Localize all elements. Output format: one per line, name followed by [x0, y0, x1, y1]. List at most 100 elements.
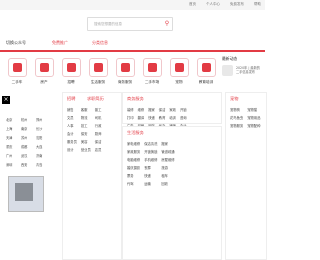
grid-item[interactable]: 宠物用品 [247, 115, 260, 120]
city-item[interactable]: 广州 [6, 153, 12, 158]
nav-item-promote[interactable]: 免费推广 [52, 40, 68, 46]
grid-item[interactable]: 司机 [95, 115, 105, 120]
grid-item[interactable]: 行政 [95, 123, 105, 128]
grid-item[interactable]: 销售 [67, 107, 77, 112]
grid-item[interactable]: 搬家 [161, 141, 174, 146]
section-title[interactable]: 宠物 [230, 96, 238, 102]
city-item[interactable]: 重庆 [6, 144, 12, 149]
grid-item[interactable]: 旅游 [161, 165, 174, 170]
city-item[interactable]: 郑州 [36, 117, 42, 122]
city-item[interactable]: 深圳 [6, 162, 12, 167]
city-item[interactable]: 天津 [6, 135, 12, 140]
section-pet: 宠物 宠物狗 宠物猫 花鸟鱼虫 宠物用品 宠物服务 宠物配种 [225, 92, 267, 260]
grid-item[interactable]: 厨师 [95, 131, 105, 136]
category-edu[interactable]: 教育培训 [193, 58, 219, 85]
nav-item-classified[interactable]: 分类信息 [92, 40, 108, 46]
city-item[interactable]: 济南 [36, 153, 42, 158]
top-link-help[interactable]: 帮助 [254, 2, 261, 7]
category-life[interactable]: 生活服务 [85, 58, 111, 85]
grid-item[interactable]: 代驾 [127, 181, 140, 186]
grid-item[interactable]: 花鸟鱼虫 [230, 115, 243, 120]
grid-item[interactable]: 保洁 [159, 107, 166, 112]
grid-item[interactable]: 普工 [95, 107, 105, 112]
grid-item[interactable]: 回收 [161, 181, 174, 186]
category-business[interactable]: 商务服务 [112, 58, 138, 85]
city-item[interactable]: 上海 [6, 126, 12, 131]
search-input[interactable]: 搜索您想要的信息 [94, 22, 122, 27]
city-item[interactable]: 大连 [36, 144, 42, 149]
city-item[interactable]: 南京 [21, 126, 27, 131]
city-item[interactable]: 西安 [21, 162, 27, 167]
grid-item[interactable]: 宠物配种 [247, 123, 260, 128]
news-desc[interactable]: 2020年 | 最新的二手信息发布 [236, 66, 262, 74]
category-house[interactable]: 房产 [31, 58, 57, 85]
grid-item[interactable]: 人事 [67, 123, 77, 128]
grid-item[interactable]: 家政 [169, 107, 176, 112]
grid-item[interactable]: 租车 [161, 173, 174, 178]
grid-item[interactable]: 文员 [67, 115, 77, 120]
category-job[interactable]: 招聘 [58, 58, 84, 85]
grid-item[interactable]: 保洁 [95, 139, 105, 144]
grid-item[interactable]: 家电维修 [127, 141, 140, 146]
city-item[interactable]: 沈阳 [36, 135, 42, 140]
grid-item[interactable]: 宠物狗 [230, 107, 243, 112]
grid-item[interactable]: 营业员 [81, 147, 91, 152]
grid-item[interactable]: 票务 [127, 173, 140, 178]
search-box[interactable]: 搜索您想要的信息 ⚲ [87, 17, 173, 31]
grid-item[interactable]: 翻译 [138, 115, 145, 120]
section-title[interactable]: 商务服务 [127, 96, 144, 102]
grid-item[interactable]: 咨询 [180, 115, 187, 120]
grid-item[interactable]: 技工 [81, 123, 91, 128]
city-item[interactable]: 杭州 [21, 117, 27, 122]
grid-item[interactable]: 教育 [159, 115, 166, 120]
grid-item[interactable]: 快递 [144, 173, 157, 178]
city-item[interactable]: 成都 [21, 144, 27, 149]
grid-item[interactable]: 宠物猫 [247, 107, 260, 112]
grid-item[interactable]: 美容 [81, 139, 91, 144]
grid-item[interactable]: 开锁换锁 [144, 149, 157, 154]
top-link-user[interactable]: 个人中心 [206, 2, 220, 7]
grid-item[interactable]: 搬家 [148, 107, 155, 112]
grid-item[interactable]: 店员 [95, 147, 105, 152]
left-float-panel: 北京上海天津重庆广州深圳 杭州南京苏州成都武汉西安 郑州长沙沈阳大连济南青岛 [0, 113, 48, 258]
grid-item[interactable]: 培训 [169, 115, 176, 120]
grid-item[interactable]: 物流 [81, 115, 91, 120]
nav-item-switch[interactable]: 切换公众号 [6, 40, 26, 46]
grid-item[interactable]: 丧葬 [144, 165, 157, 170]
grid-item[interactable]: 客服 [81, 107, 91, 112]
category-pet[interactable]: 宠物 [166, 58, 192, 85]
top-link-post[interactable]: 免费发布 [230, 2, 244, 7]
category-secondhand[interactable]: 二手市场 [139, 58, 165, 85]
search-icon[interactable]: ⚲ [162, 18, 172, 30]
grid-item[interactable]: 家政服务 [127, 149, 140, 154]
grid-item[interactable]: 婚庆摄影 [127, 165, 140, 170]
grid-item[interactable]: 打印 [127, 115, 134, 120]
category-car[interactable]: 二手车 [4, 58, 30, 85]
grid-item[interactable]: 电脑维修 [127, 157, 140, 162]
section-title[interactable]: 招聘 [67, 96, 75, 102]
city-item[interactable]: 武汉 [21, 153, 27, 158]
grid-item[interactable]: 会计 [67, 131, 77, 136]
grid-item[interactable]: 房屋维修 [161, 157, 174, 162]
section-title[interactable]: 生活服务 [127, 130, 144, 136]
grid-item[interactable]: 装修 [127, 107, 134, 112]
grid-item[interactable]: 保安 [81, 131, 91, 136]
grid-item[interactable]: 宠物服务 [230, 123, 243, 128]
ad-banner[interactable] [8, 176, 44, 212]
city-item[interactable]: 长沙 [36, 126, 42, 131]
grid-item[interactable]: 快递 [148, 115, 155, 120]
grid-item[interactable]: 开锁 [180, 107, 187, 112]
grid-item[interactable]: 服务员 [67, 139, 77, 144]
city-item[interactable]: 青岛 [36, 162, 42, 167]
grid-item[interactable]: 设计 [67, 147, 77, 152]
section-title-2[interactable]: 求职简历 [87, 96, 104, 102]
grid-item[interactable]: 保洁清洗 [144, 141, 157, 146]
close-icon[interactable]: × [2, 96, 10, 104]
grid-item[interactable]: 运输 [144, 181, 157, 186]
grid-item[interactable]: 管道疏通 [161, 149, 174, 154]
top-link-home[interactable]: 首页 [189, 2, 196, 7]
city-item[interactable]: 苏州 [21, 135, 27, 140]
grid-item[interactable]: 手机维修 [144, 157, 157, 162]
city-item[interactable]: 北京 [6, 117, 12, 122]
grid-item[interactable]: 维修 [138, 107, 145, 112]
